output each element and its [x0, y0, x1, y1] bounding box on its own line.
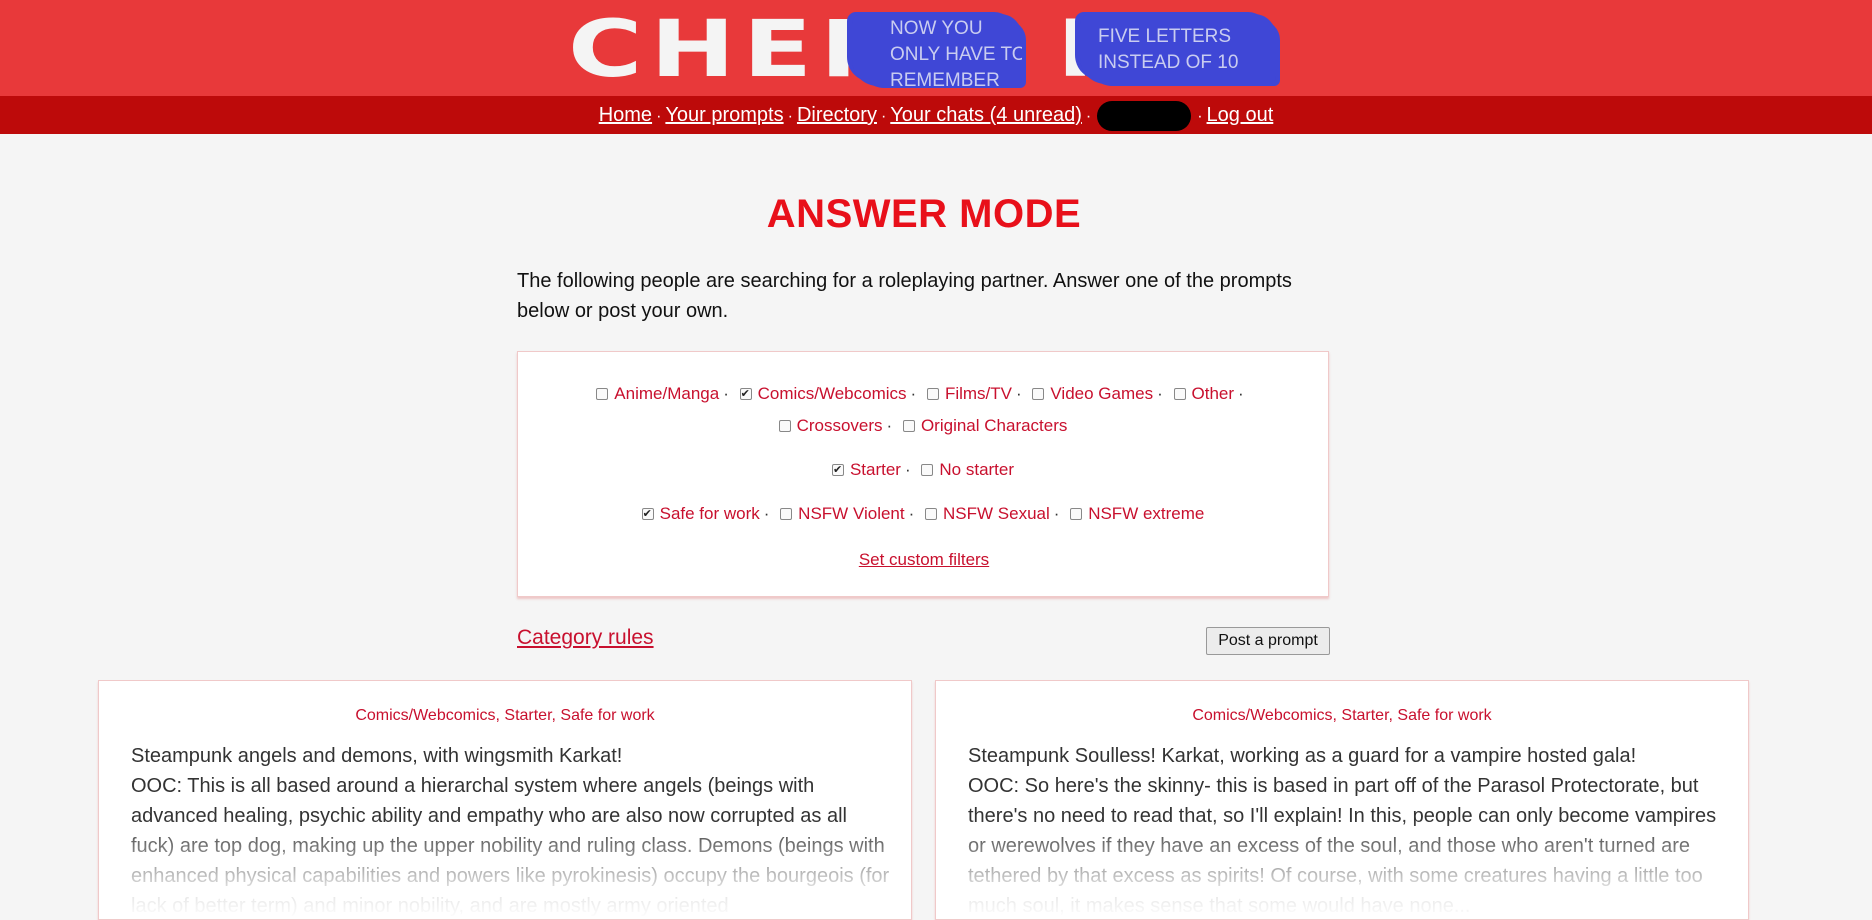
filter-label: Original Characters — [920, 416, 1068, 435]
scribble-line: REMEMBER — [890, 70, 1000, 86]
filter-label: Comics/Webcomics — [757, 384, 907, 403]
intro-text: The following people are searching for a… — [517, 270, 1292, 322]
checkbox-checked[interactable] — [641, 504, 654, 524]
filter-label: Starter — [849, 460, 901, 479]
site-header: CHERP NOW YOU ONLY HAVE TO REMEMBER FIVE… — [0, 0, 1872, 96]
filter-comics-webcomics[interactable]: Comics/Webcomics — [739, 384, 907, 404]
scribble-annotation-1: NOW YOU ONLY HAVE TO REMEMBER — [852, 14, 1022, 86]
redacted-username — [1097, 100, 1192, 131]
starter-filter-row: Starter· No starter — [518, 460, 1328, 480]
checkbox[interactable] — [1070, 508, 1083, 520]
filter-separator: · — [910, 384, 917, 403]
filter-nsfw-extreme[interactable]: NSFW extreme — [1070, 504, 1204, 523]
filter-separator: · — [1053, 504, 1060, 523]
nav-separator: · — [880, 108, 887, 125]
filter-other[interactable]: Other — [1173, 384, 1235, 403]
prompt-title: Steampunk Soulless! Karkat, working as a… — [968, 745, 1637, 767]
scribble-line: ONLY HAVE TO — [890, 44, 1022, 65]
prompt-card[interactable]: Comics/Webcomics, Starter, Safe for work… — [935, 680, 1749, 920]
checkbox[interactable] — [1173, 388, 1186, 400]
filter-no-starter[interactable]: No starter — [921, 460, 1014, 479]
nav-your-prompts-link[interactable]: Your prompts — [665, 104, 783, 126]
checkbox[interactable] — [921, 464, 934, 476]
filter-label: Anime/Manga — [614, 384, 720, 403]
post-prompt-button[interactable]: Post a prompt — [1206, 627, 1330, 655]
checkbox[interactable] — [596, 388, 609, 400]
checkbox[interactable] — [925, 508, 938, 520]
filter-separator: · — [1238, 384, 1244, 403]
filter-separator: · — [886, 416, 893, 435]
scribble-line: INSTEAD OF 10 — [1098, 52, 1239, 73]
filter-starter[interactable]: Starter — [831, 460, 901, 480]
nav-separator: · — [656, 108, 662, 125]
nav-separator: · — [787, 108, 793, 125]
scribble-line: NOW YOU — [890, 18, 983, 39]
filter-separator: · — [904, 460, 911, 479]
nav-directory-link[interactable]: Directory — [797, 104, 877, 126]
filter-label: Video Games — [1050, 384, 1154, 403]
filter-nsfw-sexual[interactable]: NSFW Sexual — [925, 504, 1050, 523]
scribble-annotation-2: FIVE LETTERS INSTEAD OF 10 — [1080, 14, 1276, 84]
checkbox[interactable] — [780, 508, 793, 520]
filter-label: Crossovers — [796, 416, 883, 435]
filter-safe-for-work[interactable]: Safe for work — [641, 504, 760, 524]
filter-separator: · — [723, 384, 729, 403]
nav-bar: Home · Your prompts · Directory · Your chats (… — [0, 96, 1872, 134]
checkbox-checked[interactable] — [831, 460, 844, 480]
prompt-fade-overlay — [99, 819, 911, 919]
filter-separator: · — [1157, 384, 1163, 403]
nav-home-link[interactable]: Home — [599, 104, 652, 126]
filter-nsfw-violent[interactable]: NSFW Violent — [780, 504, 905, 523]
filter-original-characters[interactable]: Original Characters — [902, 416, 1068, 435]
page-title: ANSWER MODE — [766, 192, 1082, 236]
prompt-card[interactable]: Comics/Webcomics, Starter, Safe for work… — [98, 680, 912, 920]
filter-separator: · — [763, 504, 770, 523]
checkbox[interactable] — [778, 420, 791, 432]
prompt-tags: Comics/Webcomics, Starter, Safe for work — [355, 707, 655, 724]
filter-video-games[interactable]: Video Games — [1032, 384, 1153, 403]
checkbox[interactable] — [902, 420, 915, 432]
category-filter-row: Anime/Manga· Comics/Webcomics· Films/TV·… — [518, 384, 1328, 404]
scribble-line: FIVE LETTERS — [1098, 26, 1232, 47]
prompt-fade-overlay — [936, 819, 1748, 919]
filter-label: No starter — [939, 460, 1015, 479]
checkbox[interactable] — [926, 388, 939, 400]
level-filter-row: Safe for work· NSFW Violent· NSFW Sexual… — [518, 504, 1328, 524]
filter-crossovers[interactable]: Crossovers — [778, 416, 883, 435]
filter-anime-manga[interactable]: Anime/Manga — [596, 384, 719, 403]
checkbox-checked[interactable] — [739, 384, 752, 404]
filter-label: Films/TV — [944, 384, 1012, 403]
category-rules-link[interactable]: Category rules — [517, 626, 654, 650]
set-custom-filters-link[interactable]: Set custom filters — [0, 550, 1848, 570]
filter-separator: · — [908, 504, 915, 523]
filter-label: Safe for work — [659, 504, 760, 523]
nav-separator: · — [1085, 108, 1092, 125]
filter-label: NSFW extreme — [1088, 504, 1205, 523]
prompt-tags: Comics/Webcomics, Starter, Safe for work — [1192, 707, 1492, 724]
filter-separator: · — [1015, 384, 1022, 403]
prompt-title: Steampunk angels and demons, with wingsm… — [131, 745, 623, 767]
nav-your-chats-link[interactable]: Your chats (4 unread) — [890, 104, 1082, 126]
checkbox[interactable] — [1032, 388, 1045, 400]
nav-separator: · — [1197, 108, 1203, 125]
filter-label: NSFW Sexual — [943, 504, 1050, 523]
filter-label: NSFW Violent — [798, 504, 905, 523]
filter-label: Other — [1191, 384, 1235, 403]
filter-films-tv[interactable]: Films/TV — [926, 384, 1012, 403]
nav-log-out-link[interactable]: Log out — [1207, 104, 1274, 126]
category-filter-row-2: Crossovers · Original Characters — [518, 416, 1328, 436]
